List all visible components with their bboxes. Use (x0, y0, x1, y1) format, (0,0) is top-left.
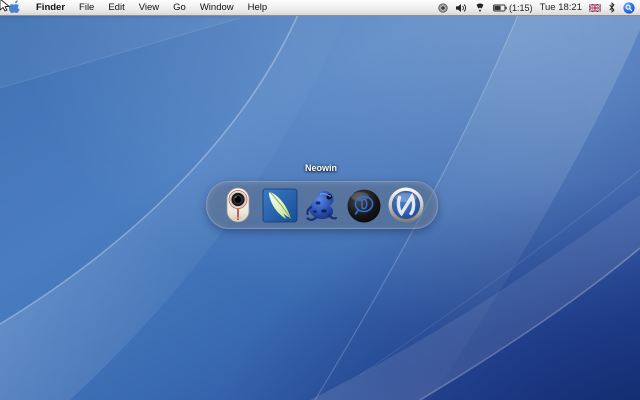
mouse-cursor (0, 0, 12, 17)
clock[interactable]: Tue 18:21 (540, 2, 582, 13)
spotlight-icon[interactable] (623, 0, 635, 15)
menu-bar-left: Finder File Edit View Go Window Help (0, 0, 274, 15)
menu-item-help[interactable]: Help (241, 0, 275, 15)
menu-item-go[interactable]: Go (166, 0, 193, 15)
neowin-globe-icon[interactable] (386, 185, 426, 225)
switcher-app-name: Neowin (206, 163, 436, 173)
menu-item-finder[interactable]: Finder (29, 0, 72, 15)
volume-icon[interactable] (455, 0, 467, 15)
status-menu-icon[interactable] (438, 0, 448, 15)
uk-flag-icon[interactable] (589, 0, 601, 15)
menu-bar-status: (1:15) Tue 18:21 (438, 0, 640, 15)
menu-bar: Finder File Edit View Go Window Help (0, 0, 640, 16)
battery-time-label: (1:15) (509, 3, 533, 13)
menu-item-edit[interactable]: Edit (101, 0, 131, 15)
photoshop-icon[interactable] (260, 185, 300, 225)
app-switcher (206, 181, 438, 229)
azureus-frog-icon[interactable] (302, 185, 342, 225)
menu-item-window[interactable]: Window (193, 0, 241, 15)
airport-wifi-icon[interactable] (474, 0, 486, 15)
bluetooth-icon[interactable] (608, 0, 616, 15)
menu-item-file[interactable]: File (72, 0, 101, 15)
audio-device-icon[interactable] (218, 185, 258, 225)
menu-item-view[interactable]: View (132, 0, 166, 15)
battery-menu[interactable]: (1:15) (493, 3, 533, 13)
battery-icon (493, 4, 507, 12)
chat-ball-icon[interactable] (344, 185, 384, 225)
